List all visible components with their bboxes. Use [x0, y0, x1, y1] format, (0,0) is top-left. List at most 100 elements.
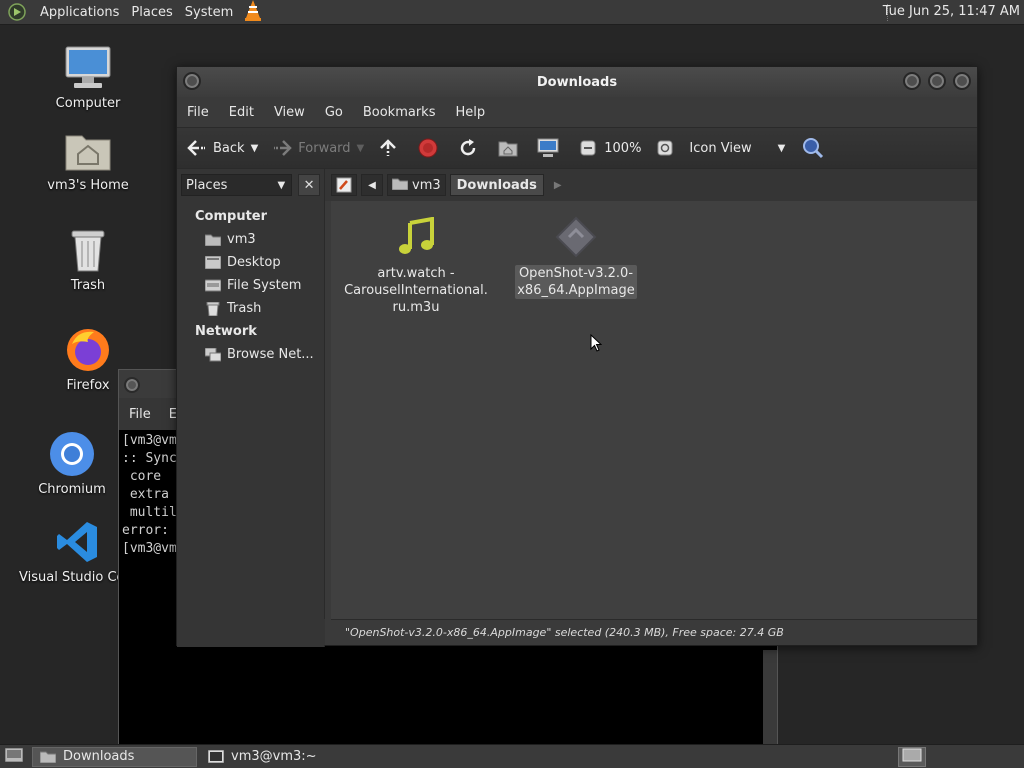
- file-view[interactable]: artv.watch - CarouselInternational. ru.m…: [331, 201, 977, 621]
- sidebar-group-computer: Computer: [195, 209, 268, 224]
- menu-view[interactable]: View: [274, 105, 305, 120]
- file-manager-window[interactable]: Downloads File Edit View Go Bookmarks He…: [176, 66, 978, 647]
- drive-icon: [205, 279, 221, 293]
- sidebar-item-browse-network[interactable]: Browse Net...: [177, 343, 324, 366]
- desktop-icon-computer[interactable]: Computer: [28, 44, 148, 111]
- zoom-in-button[interactable]: [653, 136, 681, 160]
- chevron-down-icon: ▼: [277, 180, 286, 191]
- stop-icon: [416, 136, 440, 160]
- taskbar-item-terminal[interactable]: vm3@vm3:~: [201, 747, 323, 767]
- menu-bookmarks[interactable]: Bookmarks: [363, 105, 436, 120]
- network-icon: [205, 347, 221, 362]
- mouse-cursor-icon: [590, 333, 603, 356]
- terminal-menu-button[interactable]: [124, 377, 140, 393]
- folder-icon: [39, 750, 57, 764]
- menu-file[interactable]: File: [187, 105, 209, 120]
- desktop-icon-label: Computer: [55, 96, 121, 111]
- file-name-line: CarouselInternational.: [344, 283, 488, 298]
- taskbar-item-downloads[interactable]: Downloads: [32, 746, 197, 767]
- sidebar-item-label: File System: [227, 278, 302, 293]
- location-bar: ◀ vm3 Downloads ▶: [325, 169, 977, 201]
- desktop-icon-label: Chromium: [38, 482, 106, 497]
- desktop-icon-vscode[interactable]: Visual Studio Code: [14, 518, 132, 585]
- file-item-appimage[interactable]: OpenShot-v3.2.0- x86_64.AppImage: [501, 213, 651, 299]
- computer-button[interactable]: [536, 136, 564, 160]
- chevron-down-icon[interactable]: ▼: [357, 143, 365, 154]
- forward-arrow-icon: [270, 136, 294, 160]
- zoom-out-icon: [576, 136, 600, 160]
- menu-go[interactable]: Go: [325, 105, 343, 120]
- sidebar-close-button[interactable]: ✕: [298, 174, 320, 196]
- sidebar-group-network: Network: [195, 324, 257, 339]
- menu-edit[interactable]: Edit: [229, 105, 254, 120]
- chevron-right-icon[interactable]: ▶: [554, 180, 562, 191]
- file-name: artv.watch - CarouselInternational. ru.m…: [341, 265, 491, 316]
- applications-menu[interactable]: Applications: [34, 5, 125, 20]
- desktop-icon-home[interactable]: vm3's Home: [28, 126, 148, 193]
- back-button[interactable]: Back ▼: [185, 136, 258, 160]
- chevron-down-icon: ▼: [777, 142, 786, 154]
- places-menu[interactable]: Places: [125, 5, 178, 20]
- desktop-icon-trash[interactable]: Trash: [28, 226, 148, 293]
- mate-menu-icon[interactable]: [6, 1, 28, 23]
- back-arrow-icon: [185, 136, 209, 160]
- desktop-icon-label: Visual Studio Code: [19, 570, 132, 585]
- breadcrumb-label: Downloads: [456, 177, 537, 193]
- file-name-line: x86_64.AppImage: [517, 283, 635, 298]
- reload-button[interactable]: [456, 136, 484, 160]
- status-bar: "OpenShot-v3.2.0-x86_64.AppImage" select…: [331, 619, 977, 645]
- sidebar-item-file-system[interactable]: File System: [177, 274, 324, 297]
- workspace-switcher[interactable]: [898, 747, 926, 767]
- sidebar-item-label: vm3: [227, 232, 256, 247]
- trash-icon: [205, 301, 221, 316]
- desktop-icon-chromium[interactable]: Chromium: [12, 430, 132, 497]
- zoom-level: 100%: [604, 140, 642, 156]
- system-menu[interactable]: System: [179, 5, 239, 20]
- toggle-location-button[interactable]: [331, 174, 357, 196]
- back-label: Back: [213, 140, 245, 156]
- breadcrumb-vm3[interactable]: vm3: [387, 174, 446, 196]
- close-button[interactable]: [953, 72, 971, 90]
- workspace-icon: [902, 748, 922, 766]
- clock[interactable]: Tue Jun 25, 11:47 AM: [883, 4, 1020, 19]
- stop-button[interactable]: [416, 136, 444, 160]
- breadcrumb-downloads[interactable]: Downloads: [449, 174, 544, 196]
- terminal-menu-file[interactable]: File: [129, 407, 151, 422]
- view-mode-select[interactable]: Icon View ▼: [689, 141, 785, 156]
- trash-icon: [64, 226, 112, 274]
- sidebar-item-desktop[interactable]: Desktop: [177, 251, 324, 274]
- home-button[interactable]: [496, 136, 524, 160]
- file-item-m3u[interactable]: artv.watch - CarouselInternational. ru.m…: [341, 213, 491, 316]
- zoom-out-button[interactable]: 100%: [576, 136, 641, 160]
- desktop-icon-label: vm3's Home: [47, 178, 129, 193]
- computer-icon: [536, 136, 560, 160]
- sidebar-item-label: Trash: [227, 301, 262, 316]
- toolbar: Back ▼ Forward ▼ 100% Icon View ▼: [177, 127, 977, 169]
- home-folder-icon: [496, 136, 520, 160]
- vlc-icon[interactable]: [243, 0, 263, 25]
- path-scroll-left-button[interactable]: ◀: [361, 174, 383, 196]
- computer-icon: [64, 44, 112, 92]
- taskbar-item-label: vm3@vm3:~: [231, 749, 317, 764]
- up-button[interactable]: [376, 136, 404, 160]
- chevron-down-icon[interactable]: ▼: [251, 143, 259, 154]
- firefox-icon: [64, 326, 112, 374]
- menu-help[interactable]: Help: [455, 105, 485, 120]
- sidebar-type-select[interactable]: Places ▼: [181, 174, 293, 196]
- home-folder-icon: [64, 126, 112, 174]
- desktop-icon-label: Trash: [70, 278, 106, 293]
- music-file-icon: [392, 213, 440, 261]
- sidebar-item-trash[interactable]: Trash: [177, 297, 324, 320]
- search-button[interactable]: [801, 136, 829, 160]
- terminal-icon: [207, 750, 225, 764]
- home-folder-icon: [205, 233, 221, 247]
- minimize-button[interactable]: [903, 72, 921, 90]
- forward-button[interactable]: Forward ▼: [270, 136, 364, 160]
- home-folder-icon: [391, 177, 409, 194]
- maximize-button[interactable]: [928, 72, 946, 90]
- show-desktop-button[interactable]: [2, 747, 26, 767]
- terminal-scrollbar[interactable]: [763, 650, 777, 746]
- sidebar-item-vm3[interactable]: vm3: [177, 228, 324, 251]
- taskbar-item-label: Downloads: [63, 749, 135, 764]
- window-titlebar[interactable]: Downloads: [177, 67, 977, 97]
